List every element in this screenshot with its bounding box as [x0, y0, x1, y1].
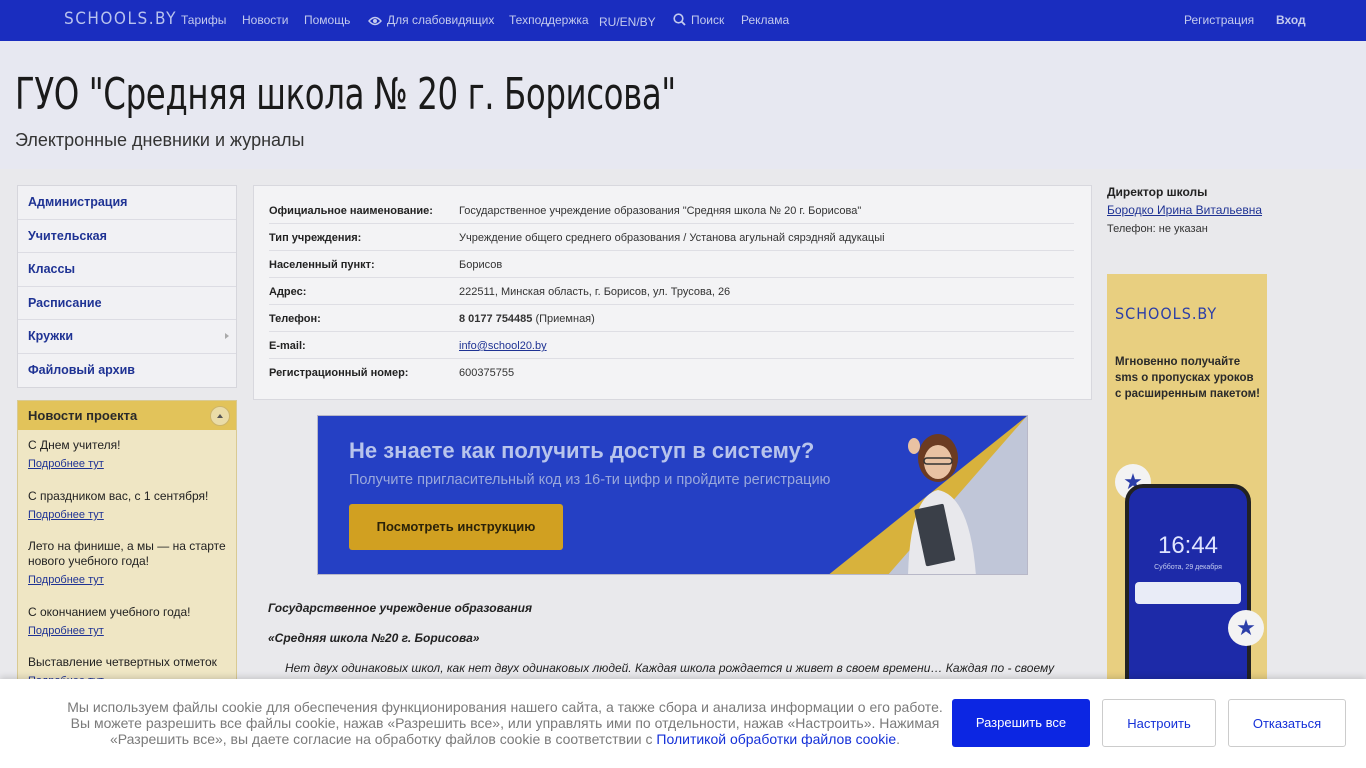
news-more-link[interactable]: Подробнее тут: [28, 457, 233, 472]
info-value: 600375755: [459, 367, 515, 379]
phone-notification: [1135, 582, 1241, 604]
phone-clock: 16:44: [1157, 532, 1219, 559]
collapse-toggle-icon[interactable]: [210, 406, 230, 426]
info-label: Адрес:: [269, 286, 307, 298]
info-label: E-mail:: [269, 340, 306, 352]
table-row: E-mail: info@school20.by: [269, 332, 1074, 359]
nav-search-label: Поиск: [691, 13, 725, 27]
nav-news[interactable]: Новости: [242, 13, 288, 27]
nav-search[interactable]: Поиск: [673, 13, 724, 29]
sidebar-item-administration[interactable]: Администрация: [18, 186, 236, 220]
director-title: Директор школы: [1107, 185, 1208, 199]
news-item-title: Лето на финише, а мы — на старте нового …: [28, 539, 226, 568]
info-label: Тип учреждения:: [269, 232, 362, 244]
sidebar-item-clubs-label: Кружки: [28, 329, 74, 343]
news-item: С Днем учителя! Подробнее тут: [28, 438, 233, 472]
news-item-title: С окончанием учебного года!: [28, 605, 191, 619]
news-item: Лето на финише, а мы — на старте нового …: [28, 539, 233, 588]
info-value: Государственное учреждение образования "…: [459, 205, 862, 217]
article-heading-line: Государственное учреждение образования: [268, 601, 533, 615]
school-header: ГУО "Средняя школа № 20 г. Борисова" Эле…: [0, 41, 1366, 169]
table-row: Официальное наименование: Государственно…: [269, 197, 1074, 224]
project-news-header: Новости проекта: [18, 401, 236, 430]
login-link[interactable]: Вход: [1276, 13, 1306, 27]
cookie-text: Мы используем файлы cookie для обеспечен…: [60, 699, 950, 747]
nav-tariffs[interactable]: Тарифы: [181, 13, 226, 27]
sidebar-item-teachers[interactable]: Учительская: [18, 220, 236, 253]
info-label: Телефон:: [269, 313, 321, 325]
info-value: Борисов: [459, 259, 503, 271]
chevron-right-icon: [225, 333, 229, 339]
info-value: Учреждение общего среднего образования /…: [459, 232, 885, 244]
search-icon: [673, 13, 686, 29]
project-news-panel: Новости проекта С Днем учителя! Подробне…: [17, 400, 237, 690]
news-item-title: С праздником вас, с 1 сентября!: [28, 489, 209, 503]
ad-text: Мгновенно получайте sms о пропусках урок…: [1115, 356, 1260, 400]
star-icon: ★: [1228, 610, 1264, 646]
project-news-title: Новости проекта: [28, 408, 138, 423]
director-name-link[interactable]: Бородко Ирина Витальевна: [1107, 203, 1262, 217]
news-more-link[interactable]: Подробнее тут: [28, 573, 233, 588]
site-logo[interactable]: SCHOOLS.BY: [64, 9, 177, 29]
top-navigation-bar: SCHOOLS.BY Тарифы Новости Помощь Для сла…: [0, 0, 1366, 41]
info-value: 222511, Минская область, г. Борисов, ул.…: [459, 286, 731, 298]
phone-illustration: 16:44 Суббота, 29 декабря: [1125, 484, 1251, 694]
table-row: Регистрационный номер: 600375755: [269, 359, 1074, 386]
info-label: Официальное наименование:: [269, 205, 433, 217]
page-subtitle: Электронные дневники и журналы: [15, 130, 305, 150]
configure-cookies-button[interactable]: Настроить: [1102, 699, 1216, 747]
decline-cookies-button[interactable]: Отказаться: [1228, 699, 1346, 747]
phone-note: (Приемная): [532, 313, 595, 325]
allow-all-cookies-button[interactable]: Разрешить все: [952, 699, 1090, 747]
banner-subtitle: Получите пригласительный код из 16-ти ци…: [349, 472, 831, 488]
info-label: Населенный пункт:: [269, 259, 375, 271]
banner-title: Не знаете как получить доступ в систему?: [349, 438, 815, 463]
language-switcher[interactable]: RU/EN/BY: [599, 15, 656, 29]
nav-help[interactable]: Помощь: [304, 13, 350, 27]
info-value: 8 0177 754485 (Приемная): [459, 313, 595, 325]
eye-icon: [368, 15, 382, 29]
info-value: info@school20.by: [459, 340, 547, 352]
table-row: Адрес: 222511, Минская область, г. Борис…: [269, 278, 1074, 305]
cookie-consent-bar: Мы используем файлы cookie для обеспечен…: [0, 679, 1366, 768]
news-item: С праздником вас, с 1 сентября! Подробне…: [28, 489, 233, 523]
cookie-text-end: .: [896, 731, 901, 747]
news-item-title: Выставление четвертных отметок: [28, 655, 217, 669]
access-instructions-banner[interactable]: Не знаете как получить доступ в систему?…: [317, 415, 1028, 575]
sidebar-item-file-archive[interactable]: Файловый архив: [18, 354, 236, 388]
news-item: С окончанием учебного года! Подробнее ту…: [28, 605, 233, 639]
school-info-table: Официальное наименование: Государственно…: [253, 185, 1092, 400]
news-item-title: С Днем учителя!: [28, 438, 121, 452]
table-row: Тип учреждения: Учреждение общего средне…: [269, 224, 1074, 251]
sms-ad-banner[interactable]: SCHOOLS.BY Мгновенно получайте sms о про…: [1107, 274, 1267, 694]
nav-visually-impaired-label: Для слабовидящих: [387, 13, 495, 27]
woman-illustration: [908, 434, 976, 574]
table-row: Населенный пункт: Борисов: [269, 251, 1074, 278]
info-label: Регистрационный номер:: [269, 367, 409, 379]
phone-number: 8 0177 754485: [459, 313, 533, 325]
phone-date: Суббота, 29 декабря: [1154, 564, 1222, 571]
article-paragraph: Нет двух одинаковых школ, как нет двух о…: [285, 661, 1055, 675]
news-more-link[interactable]: Подробнее тут: [28, 624, 233, 639]
cookie-policy-link[interactable]: Политикой обработки файлов cookie: [656, 731, 896, 747]
nav-ads[interactable]: Реклама: [741, 13, 789, 27]
sidebar-item-clubs[interactable]: Кружки: [18, 320, 236, 354]
news-more-link[interactable]: Подробнее тут: [28, 508, 233, 523]
register-link[interactable]: Регистрация: [1184, 13, 1254, 27]
table-row: Телефон: 8 0177 754485 (Приемная): [269, 305, 1074, 332]
sidebar-menu: Администрация Учительская Классы Расписа…: [17, 185, 237, 388]
director-phone: Телефон: не указан: [1107, 223, 1208, 235]
sidebar-item-schedule[interactable]: Расписание: [18, 287, 236, 320]
sidebar-item-classes[interactable]: Классы: [18, 253, 236, 287]
article-heading-line: «Средняя школа №20 г. Борисова»: [268, 631, 480, 645]
email-link[interactable]: info@school20.by: [459, 340, 547, 352]
nav-support[interactable]: Техподдержка: [509, 13, 589, 27]
nav-visually-impaired[interactable]: Для слабовидящих: [368, 13, 494, 29]
page-title: ГУО "Средняя школа № 20 г. Борисова": [15, 69, 676, 120]
view-instructions-button[interactable]: Посмотреть инструкцию: [349, 504, 563, 550]
ad-logo: SCHOOLS.BY: [1115, 304, 1218, 323]
